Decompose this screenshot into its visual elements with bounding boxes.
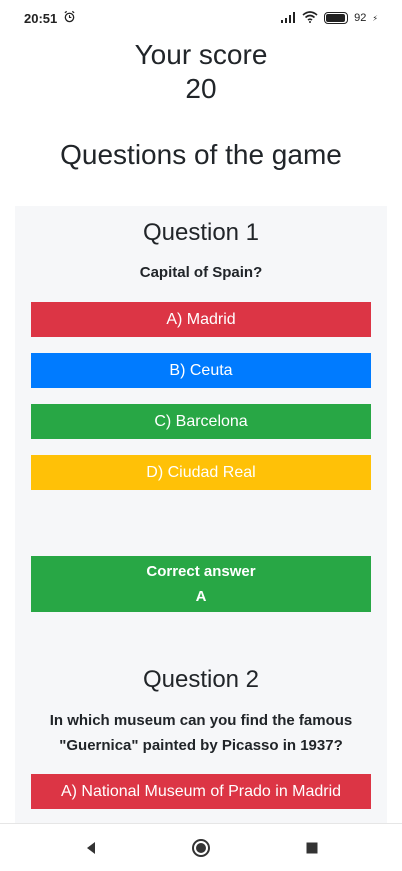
question-1-correct-answer: Correct answer A — [31, 556, 371, 612]
question-2-text: In which museum can you find the famous … — [49, 712, 353, 754]
status-left: 20:51 — [24, 10, 76, 26]
question-2-title: Question 2 — [142, 666, 260, 693]
questions-panel: Question 1 Capital of Spain? A) Madrid B… — [15, 206, 387, 823]
recents-square-icon[interactable] — [292, 828, 332, 868]
battery-icon — [324, 12, 349, 24]
home-circle-icon[interactable] — [181, 828, 221, 868]
score-value: 20 — [185, 73, 217, 104]
battery-level: 92 — [354, 12, 367, 24]
question-1-option-a[interactable]: A) Madrid — [31, 302, 371, 337]
charging-icon: ⚡ — [372, 13, 378, 23]
question-1-text: Capital of Spain? — [139, 264, 263, 281]
back-triangle-icon[interactable] — [71, 828, 111, 868]
correct-answer-label: Correct answer — [146, 563, 256, 580]
question-1-option-d[interactable]: D) Ciudad Real — [31, 455, 371, 490]
status-bar: 20:51 92 ⚡ — [0, 0, 402, 36]
correct-answer-value: A — [195, 588, 207, 605]
score-title: Your score — [134, 39, 268, 70]
main-content[interactable]: Your score 20 Questions of the game Ques… — [0, 36, 402, 823]
cell-signal-icon — [280, 11, 296, 26]
question-2-option-a[interactable]: A) National Museum of Prado in Madrid — [31, 774, 371, 809]
question-1-title: Question 1 — [142, 219, 260, 246]
battery-fill — [326, 14, 345, 22]
question-1-option-b[interactable]: B) Ceuta — [31, 353, 371, 388]
clock-time: 20:51 — [24, 10, 58, 26]
status-right: 92 ⚡ — [280, 10, 378, 26]
navigation-bar — [0, 823, 402, 871]
alarm-clock-icon — [63, 10, 76, 26]
wifi-icon — [302, 10, 318, 26]
questions-heading: Questions of the game — [60, 139, 342, 170]
question-1-option-c[interactable]: C) Barcelona — [31, 404, 371, 439]
